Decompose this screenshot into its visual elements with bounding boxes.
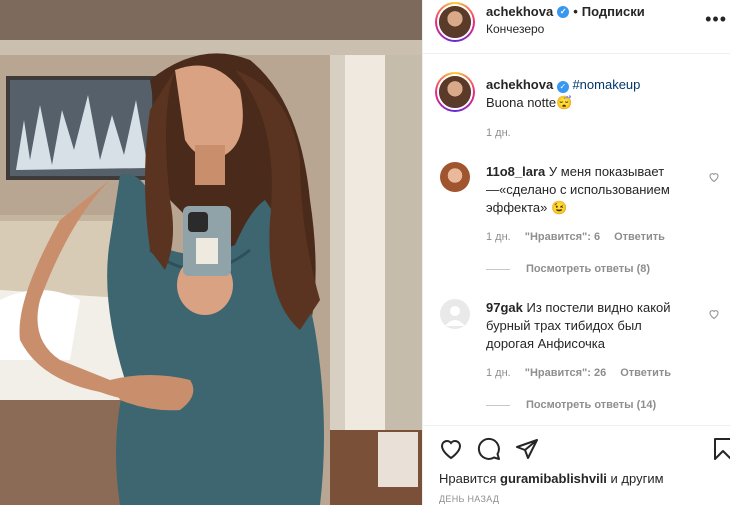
- caption-text: Buona notte😴: [486, 95, 573, 110]
- author-username[interactable]: achekhova: [486, 4, 553, 19]
- reply-button[interactable]: Ответить: [620, 367, 671, 379]
- verified-icon: ✓: [557, 5, 570, 18]
- comment-meta: 1 дн. "Нравится": 26 Ответить: [486, 367, 671, 379]
- comment-avatar[interactable]: [440, 162, 470, 192]
- comment-like-heart-icon[interactable]: [708, 308, 720, 320]
- comment-text-line: Из постели видно какой: [526, 300, 671, 315]
- comment-age[interactable]: 1 дн.: [486, 231, 511, 243]
- comment-text-line: дорогая Анфисочка: [486, 336, 605, 351]
- heart-icon[interactable]: [439, 437, 463, 461]
- comment-avatar[interactable]: [440, 299, 470, 329]
- more-icon[interactable]: •••: [705, 9, 727, 30]
- caption-username[interactable]: achekhova: [486, 77, 553, 92]
- reply-button[interactable]: Ответить: [614, 231, 665, 243]
- comment-like-heart-icon[interactable]: [708, 171, 720, 183]
- likes-prefix: Нравится: [439, 471, 497, 486]
- author-avatar[interactable]: [435, 2, 475, 42]
- comment-username[interactable]: 97gak: [486, 300, 523, 315]
- comment-age[interactable]: 1 дн.: [486, 367, 511, 379]
- caption-avatar[interactable]: [435, 72, 475, 112]
- comment-username[interactable]: 11o8_lara: [486, 164, 545, 179]
- instagram-post-view: achekhova ✓ • Подписки Кончезеро ••• ach…: [0, 0, 730, 505]
- default-avatar-icon: [445, 306, 465, 326]
- comment-body: 11o8_lara У меня показывает —«сделано с …: [486, 163, 708, 217]
- likes-summary: Нравится guramibablishvili и другим: [439, 471, 664, 486]
- mirror-selfie-image: [0, 0, 422, 505]
- post-photo[interactable]: [0, 0, 422, 505]
- post-header: achekhova ✓ • Подписки Кончезеро •••: [423, 0, 730, 54]
- verified-icon: ✓: [556, 80, 569, 93]
- comment-likes-count[interactable]: "Нравится": 26: [525, 367, 606, 379]
- view-replies-button[interactable]: Посмотреть ответы (14): [486, 399, 656, 411]
- likes-suffix[interactable]: и другим: [611, 471, 664, 486]
- post-actions: Нравится guramibablishvili и другим ДЕНЬ…: [423, 425, 730, 505]
- share-icon[interactable]: [515, 437, 539, 461]
- post-timestamp[interactable]: ДЕНЬ НАЗАД: [439, 494, 499, 504]
- likes-username[interactable]: guramibablishvili: [500, 471, 607, 486]
- view-replies-label: Посмотреть ответы (14): [526, 399, 657, 411]
- replies-divider: [486, 404, 510, 406]
- comment-text-line: —«сделано с использованием: [486, 182, 670, 197]
- view-replies-label: Посмотреть ответы (8): [526, 263, 651, 275]
- comment-text-line: бурный трах тибидох был: [486, 318, 642, 333]
- caption-age[interactable]: 1 дн.: [486, 127, 511, 139]
- comment-meta: 1 дн. "Нравится": 6 Ответить: [486, 231, 665, 243]
- replies-divider: [486, 268, 510, 270]
- comment-text-line: эффекта» 😉: [486, 200, 568, 215]
- follow-separator: •: [573, 4, 578, 19]
- comment-body: 97gak Из постели видно какой бурный трах…: [486, 299, 708, 353]
- bookmark-icon[interactable]: [711, 437, 730, 461]
- post-side-panel: achekhova ✓ • Подписки Кончезеро ••• ach…: [422, 0, 730, 505]
- comment-likes-count[interactable]: "Нравится": 6: [525, 231, 600, 243]
- caption-hashtag[interactable]: #nomakeup: [572, 77, 640, 92]
- comment-icon[interactable]: [477, 437, 501, 461]
- caption-header: achekhova ✓ #nomakeup: [486, 77, 640, 93]
- post-location[interactable]: Кончезеро: [486, 22, 544, 36]
- follow-button[interactable]: Подписки: [582, 4, 645, 19]
- view-replies-button[interactable]: Посмотреть ответы (8): [486, 263, 650, 275]
- comment-text-line: У меня показывает: [548, 164, 665, 179]
- author-line: achekhova ✓ • Подписки: [486, 4, 645, 19]
